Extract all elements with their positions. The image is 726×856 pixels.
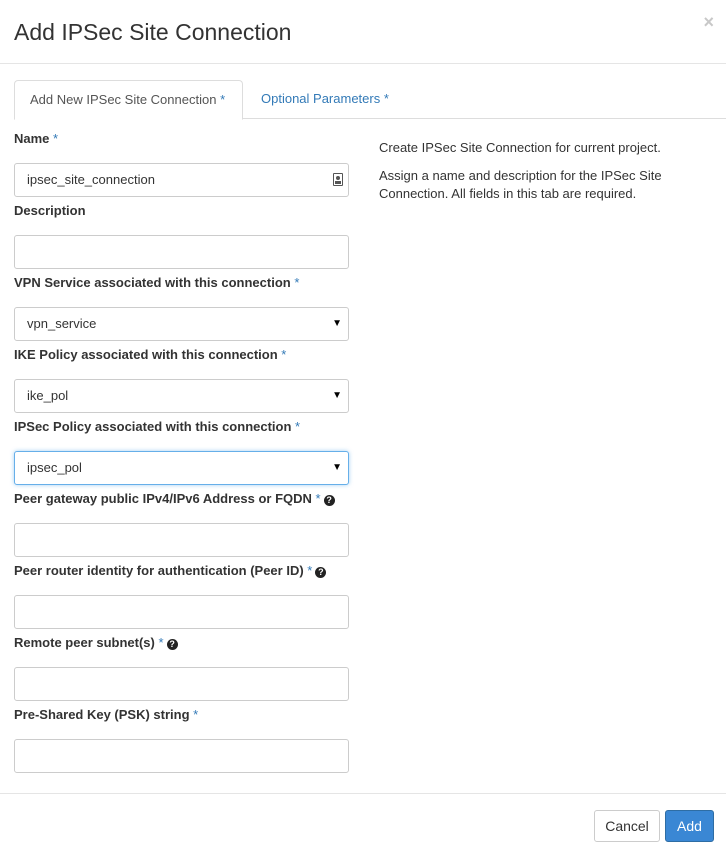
peer-id-field-group: Peer router identity for authentication … xyxy=(14,562,349,629)
caret-down-icon: ▼ xyxy=(332,462,342,473)
tab-label: Optional Parameters xyxy=(261,91,381,106)
ipsec-policy-field-group: IPSec Policy associated with this connec… xyxy=(14,418,349,485)
modal-header: Add IPSec Site Connection × xyxy=(0,0,726,64)
contact-card-icon[interactable] xyxy=(333,173,343,186)
ipsec-policy-label: IPSec Policy associated with this connec… xyxy=(14,419,301,434)
name-field-group: Name * ipsec_site_connection xyxy=(14,130,349,197)
caret-down-icon: ▼ xyxy=(332,318,342,329)
name-input[interactable]: ipsec_site_connection xyxy=(14,163,349,197)
cancel-button[interactable]: Cancel xyxy=(594,810,660,842)
peer-address-label: Peer gateway public IPv4/IPv6 Address or… xyxy=(14,490,349,508)
tab-add-new-connection[interactable]: Add New IPSec Site Connection * xyxy=(14,80,243,120)
help-line-1: Create IPSec Site Connection for current… xyxy=(379,140,661,155)
peer-cidrs-label: Remote peer subnet(s) *? xyxy=(14,634,349,652)
psk-field-group: Pre-Shared Key (PSK) string * xyxy=(14,706,349,773)
tab-optional-parameters[interactable]: Optional Parameters * xyxy=(246,80,404,119)
close-icon[interactable]: × xyxy=(703,12,714,32)
modal-title: Add IPSec Site Connection xyxy=(14,19,292,45)
peer-id-input[interactable] xyxy=(14,595,349,629)
psk-input[interactable] xyxy=(14,739,349,773)
peer-address-input[interactable] xyxy=(14,523,349,557)
caret-down-icon: ▼ xyxy=(332,390,342,401)
vpn-service-label: VPN Service associated with this connect… xyxy=(14,275,300,290)
ipsec-policy-select[interactable]: ipsec_pol ▼ xyxy=(14,451,349,485)
psk-label: Pre-Shared Key (PSK) string * xyxy=(14,707,199,722)
vpn-service-select[interactable]: vpn_service ▼ xyxy=(14,307,349,341)
peer-id-label: Peer router identity for authentication … xyxy=(14,562,349,580)
description-input[interactable] xyxy=(14,235,349,269)
tab-bar: Add New IPSec Site Connection * Optional… xyxy=(14,80,726,120)
tab-label: Add New IPSec Site Connection xyxy=(30,92,217,107)
modal-dialog: Add IPSec Site Connection × Add New IPSe… xyxy=(0,0,726,856)
help-text: Create IPSec Site Connection for current… xyxy=(379,139,689,213)
required-mark: * xyxy=(383,91,389,106)
modal-footer: Cancel Add xyxy=(0,793,726,856)
question-circle-icon[interactable]: ? xyxy=(315,567,327,578)
ike-policy-select[interactable]: ike_pol ▼ xyxy=(14,379,349,413)
peer-cidrs-field-group: Remote peer subnet(s) *? xyxy=(14,634,349,701)
question-circle-icon[interactable]: ? xyxy=(166,639,178,650)
help-line-2: Assign a name and description for the IP… xyxy=(379,168,662,201)
ike-policy-label: IKE Policy associated with this connecti… xyxy=(14,347,287,362)
description-field-group: Description xyxy=(14,202,349,269)
vpn-service-field-group: VPN Service associated with this connect… xyxy=(14,274,349,341)
question-circle-icon[interactable]: ? xyxy=(323,495,335,506)
add-button[interactable]: Add xyxy=(665,810,714,842)
name-label: Name * xyxy=(14,131,59,146)
peer-address-field-group: Peer gateway public IPv4/IPv6 Address or… xyxy=(14,490,349,557)
ike-policy-field-group: IKE Policy associated with this connecti… xyxy=(14,346,349,413)
peer-cidrs-input[interactable] xyxy=(14,667,349,701)
required-mark: * xyxy=(220,92,226,107)
description-label: Description xyxy=(14,203,86,218)
